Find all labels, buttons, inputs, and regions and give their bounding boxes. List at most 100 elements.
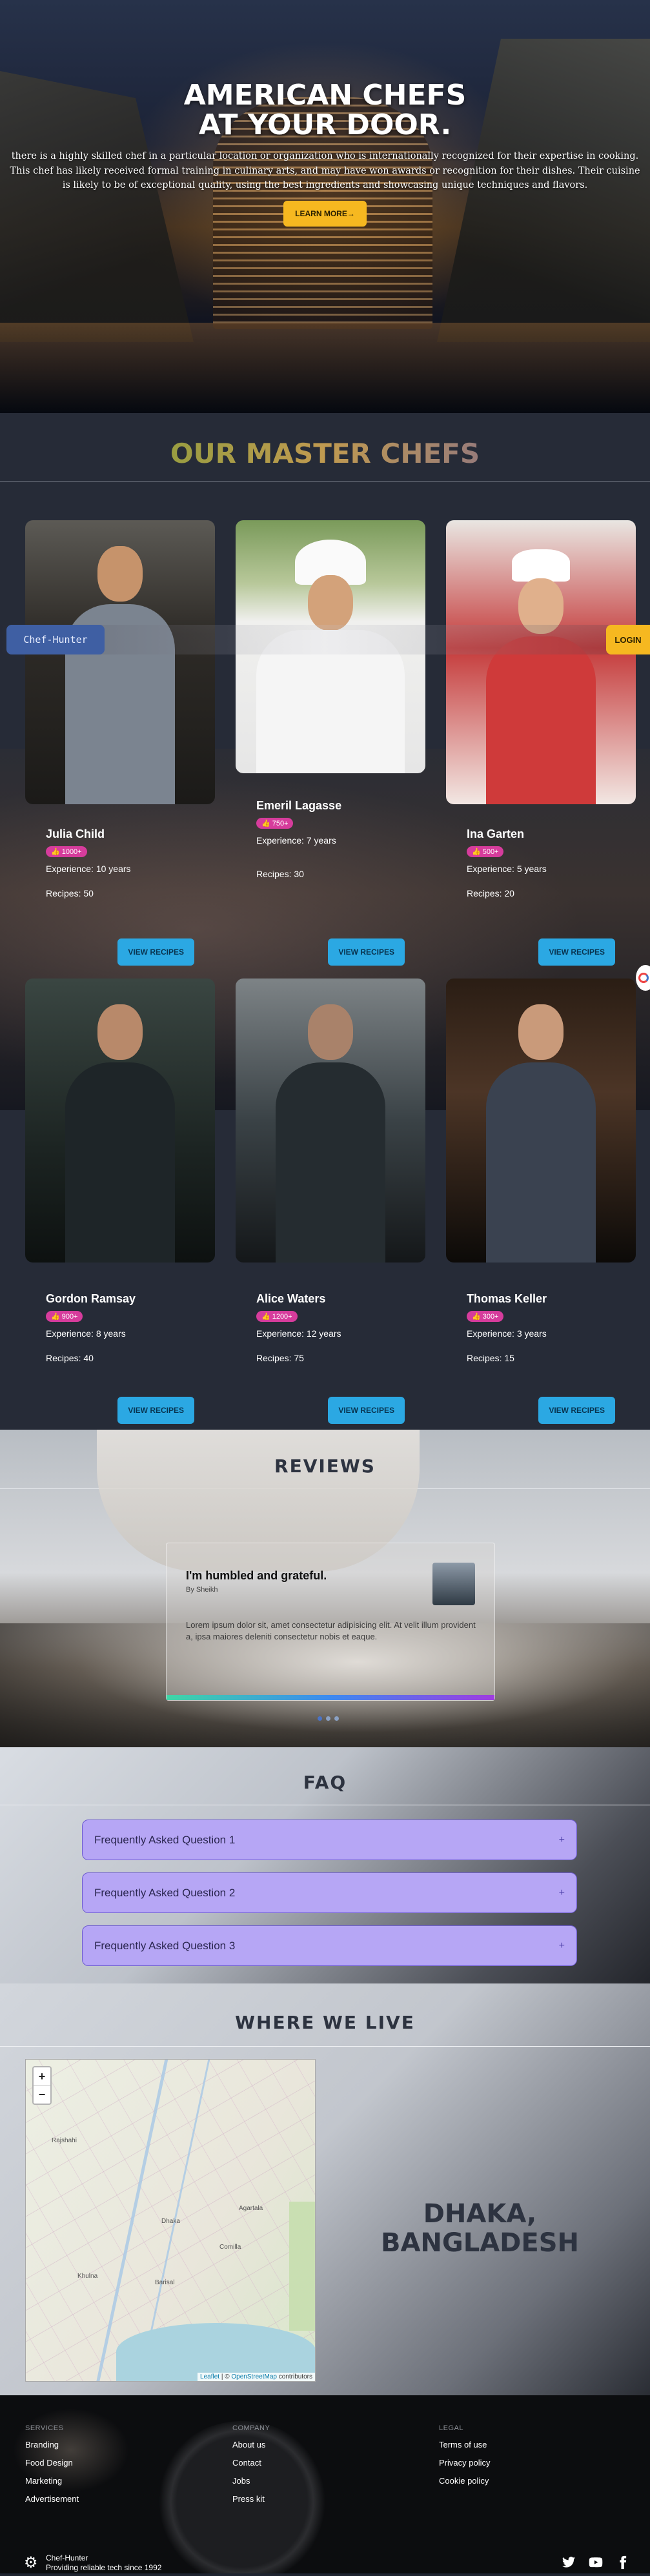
view-recipes-button[interactable]: VIEW RECIPES xyxy=(538,1397,615,1424)
hero-description: there is a highly skilled chef in a part… xyxy=(10,151,640,191)
chef-photo-hat xyxy=(512,549,570,582)
view-recipes-button[interactable]: VIEW RECIPES xyxy=(328,938,405,966)
chef-card: Thomas Keller 👍 300+ Experience: 3 years … xyxy=(446,979,636,1424)
view-recipes-button[interactable]: VIEW RECIPES xyxy=(538,938,615,966)
footer-column-legal: LEGAL Terms of use Privacy policy Cookie… xyxy=(439,2424,490,2494)
footer-link[interactable]: Marketing xyxy=(25,2476,79,2486)
faq-question: Frequently Asked Question 1 xyxy=(94,1833,236,1846)
hero-content: AMERICAN CHEFS AT YOUR DOOR. there is a … xyxy=(0,79,650,227)
osm-link[interactable]: OpenStreetMap xyxy=(231,2373,277,2380)
thumbs-up-icon: 👍 xyxy=(472,1313,481,1321)
chef-name: Emeril Lagasse xyxy=(256,799,342,812)
faq-item[interactable]: Frequently Asked Question 1 + xyxy=(82,1820,577,1860)
chef-experience: Experience: 10 years xyxy=(46,864,131,874)
likes-badge: 👍 750+ xyxy=(256,818,294,829)
chef-photo-figure xyxy=(276,1062,385,1263)
avatar xyxy=(432,1563,475,1605)
navbar: Chef-Hunter LOGIN xyxy=(0,625,650,654)
chef-photo xyxy=(446,979,636,1263)
map-place-label: Khulna xyxy=(77,2273,98,2280)
chef-experience: Experience: 7 years xyxy=(256,835,336,846)
twitter-icon[interactable] xyxy=(561,2555,576,2573)
view-recipes-button[interactable]: VIEW RECIPES xyxy=(328,1397,405,1424)
city-line2: BANGLADESH xyxy=(380,2227,579,2258)
footer-column-services: SERVICES Branding Food Design Marketing … xyxy=(25,2424,79,2512)
section-title: OUR MASTER CHEFS xyxy=(0,438,650,469)
youtube-icon[interactable] xyxy=(588,2555,604,2573)
attribution-separator: | © xyxy=(219,2373,232,2380)
faq-item[interactable]: Frequently Asked Question 2 + xyxy=(82,1872,577,1913)
footer-link[interactable]: Advertisement xyxy=(25,2494,79,2504)
map-attribution: Leaflet | © OpenStreetMap contributors xyxy=(198,2373,315,2381)
map[interactable]: Dhaka Agartala Comilla Barisal Khulna Ra… xyxy=(25,2059,316,2382)
reviews-section: REVIEWS I'm humbled and grateful. By She… xyxy=(0,1430,650,1747)
city-line1: DHAKA, xyxy=(423,2199,537,2229)
footer: SERVICES Branding Food Design Marketing … xyxy=(0,2395,650,2573)
likes-badge: 👍 300+ xyxy=(467,1311,504,1322)
brand-text: Chef-Hunter Providing reliable tech sinc… xyxy=(46,2553,161,2573)
hero-title: AMERICAN CHEFS AT YOUR DOOR. xyxy=(0,79,650,140)
footer-heading: LEGAL xyxy=(439,2424,463,2432)
footer-link[interactable]: Jobs xyxy=(232,2476,270,2486)
footer-link[interactable]: Terms of use xyxy=(439,2440,490,2449)
floating-widget-button[interactable] xyxy=(636,965,650,991)
brand-name: Chef-Hunter xyxy=(46,2553,88,2562)
footer-link[interactable]: About us xyxy=(232,2440,270,2449)
review-accent-bar xyxy=(167,1695,494,1700)
leaflet-link[interactable]: Leaflet xyxy=(200,2373,219,2380)
review-headline: I'm humbled and grateful. xyxy=(186,1569,327,1582)
likes-count: 900+ xyxy=(61,1312,78,1321)
view-recipes-button[interactable]: VIEW RECIPES xyxy=(117,938,194,966)
section-title: WHERE WE LIVE xyxy=(235,2012,415,2033)
section-title: REVIEWS xyxy=(274,1455,376,1477)
chef-name: Gordon Ramsay xyxy=(46,1292,136,1305)
chef-card: Ina Garten 👍 500+ Experience: 5 years Rec… xyxy=(446,520,636,966)
map-place-label: Comilla xyxy=(219,2244,241,2251)
view-recipes-button[interactable]: VIEW RECIPES xyxy=(117,1397,194,1424)
zoom-out-button[interactable]: − xyxy=(34,2085,50,2104)
likes-badge: 👍 500+ xyxy=(467,846,504,857)
chef-card: Gordon Ramsay 👍 900+ Experience: 8 years … xyxy=(25,979,215,1424)
footer-link[interactable]: Privacy policy xyxy=(439,2458,490,2468)
chef-name: Alice Waters xyxy=(256,1292,326,1305)
chef-photo xyxy=(236,979,425,1263)
carousel-dot[interactable] xyxy=(334,1716,339,1721)
chef-experience: Experience: 12 years xyxy=(256,1328,341,1339)
zoom-in-button[interactable]: + xyxy=(34,2067,50,2085)
carousel-dot[interactable] xyxy=(318,1716,322,1721)
chef-experience: Experience: 3 years xyxy=(467,1328,547,1339)
footer-link[interactable]: Cookie policy xyxy=(439,2476,490,2486)
logo-button[interactable]: Chef-Hunter xyxy=(6,625,105,654)
faq-item[interactable]: Frequently Asked Question 3 + xyxy=(82,1925,577,1966)
login-button[interactable]: LOGIN xyxy=(606,625,650,654)
chef-photo-figure xyxy=(486,636,596,804)
location-section: WHERE WE LIVE Dhaka Agartala Comilla Bar… xyxy=(0,1983,650,2395)
footer-column-company: COMPANY About us Contact Jobs Press kit xyxy=(232,2424,270,2512)
learn-more-button[interactable]: LEARN MORE→ xyxy=(283,200,367,227)
likes-count: 1000+ xyxy=(61,847,82,856)
footer-link[interactable]: Food Design xyxy=(25,2458,79,2468)
chef-card: Julia Child 👍 1000+ Experience: 10 years … xyxy=(25,520,215,966)
chef-photo-figure xyxy=(486,1062,596,1263)
thumbs-up-icon: 👍 xyxy=(51,848,60,856)
footer-link[interactable]: Branding xyxy=(25,2440,79,2449)
faq-question: Frequently Asked Question 2 xyxy=(94,1886,236,1899)
footer-link[interactable]: Press kit xyxy=(232,2494,270,2504)
hero-title-line1: AMERICAN CHEFS xyxy=(183,79,467,112)
likes-badge: 👍 900+ xyxy=(46,1311,83,1322)
map-place-label: Rajshahi xyxy=(52,2137,77,2144)
facebook-icon[interactable] xyxy=(615,2555,631,2573)
chef-photo xyxy=(446,520,636,804)
chef-photo-figure xyxy=(308,575,353,631)
footer-link[interactable]: Contact xyxy=(232,2458,270,2468)
divider xyxy=(0,2046,650,2047)
chef-recipes: Recipes: 15 xyxy=(467,1353,514,1363)
gear-logo-icon: ⚙ xyxy=(24,2554,38,2571)
chef-photo-figure xyxy=(97,1004,143,1060)
footer-heading: COMPANY xyxy=(232,2424,270,2432)
chef-photo xyxy=(25,520,215,804)
hero-section: AMERICAN CHEFS AT YOUR DOOR. there is a … xyxy=(0,0,650,413)
chef-experience: Experience: 8 years xyxy=(46,1328,126,1339)
carousel-dot[interactable] xyxy=(326,1716,330,1721)
map-zoom-control: + − xyxy=(32,2066,52,2105)
